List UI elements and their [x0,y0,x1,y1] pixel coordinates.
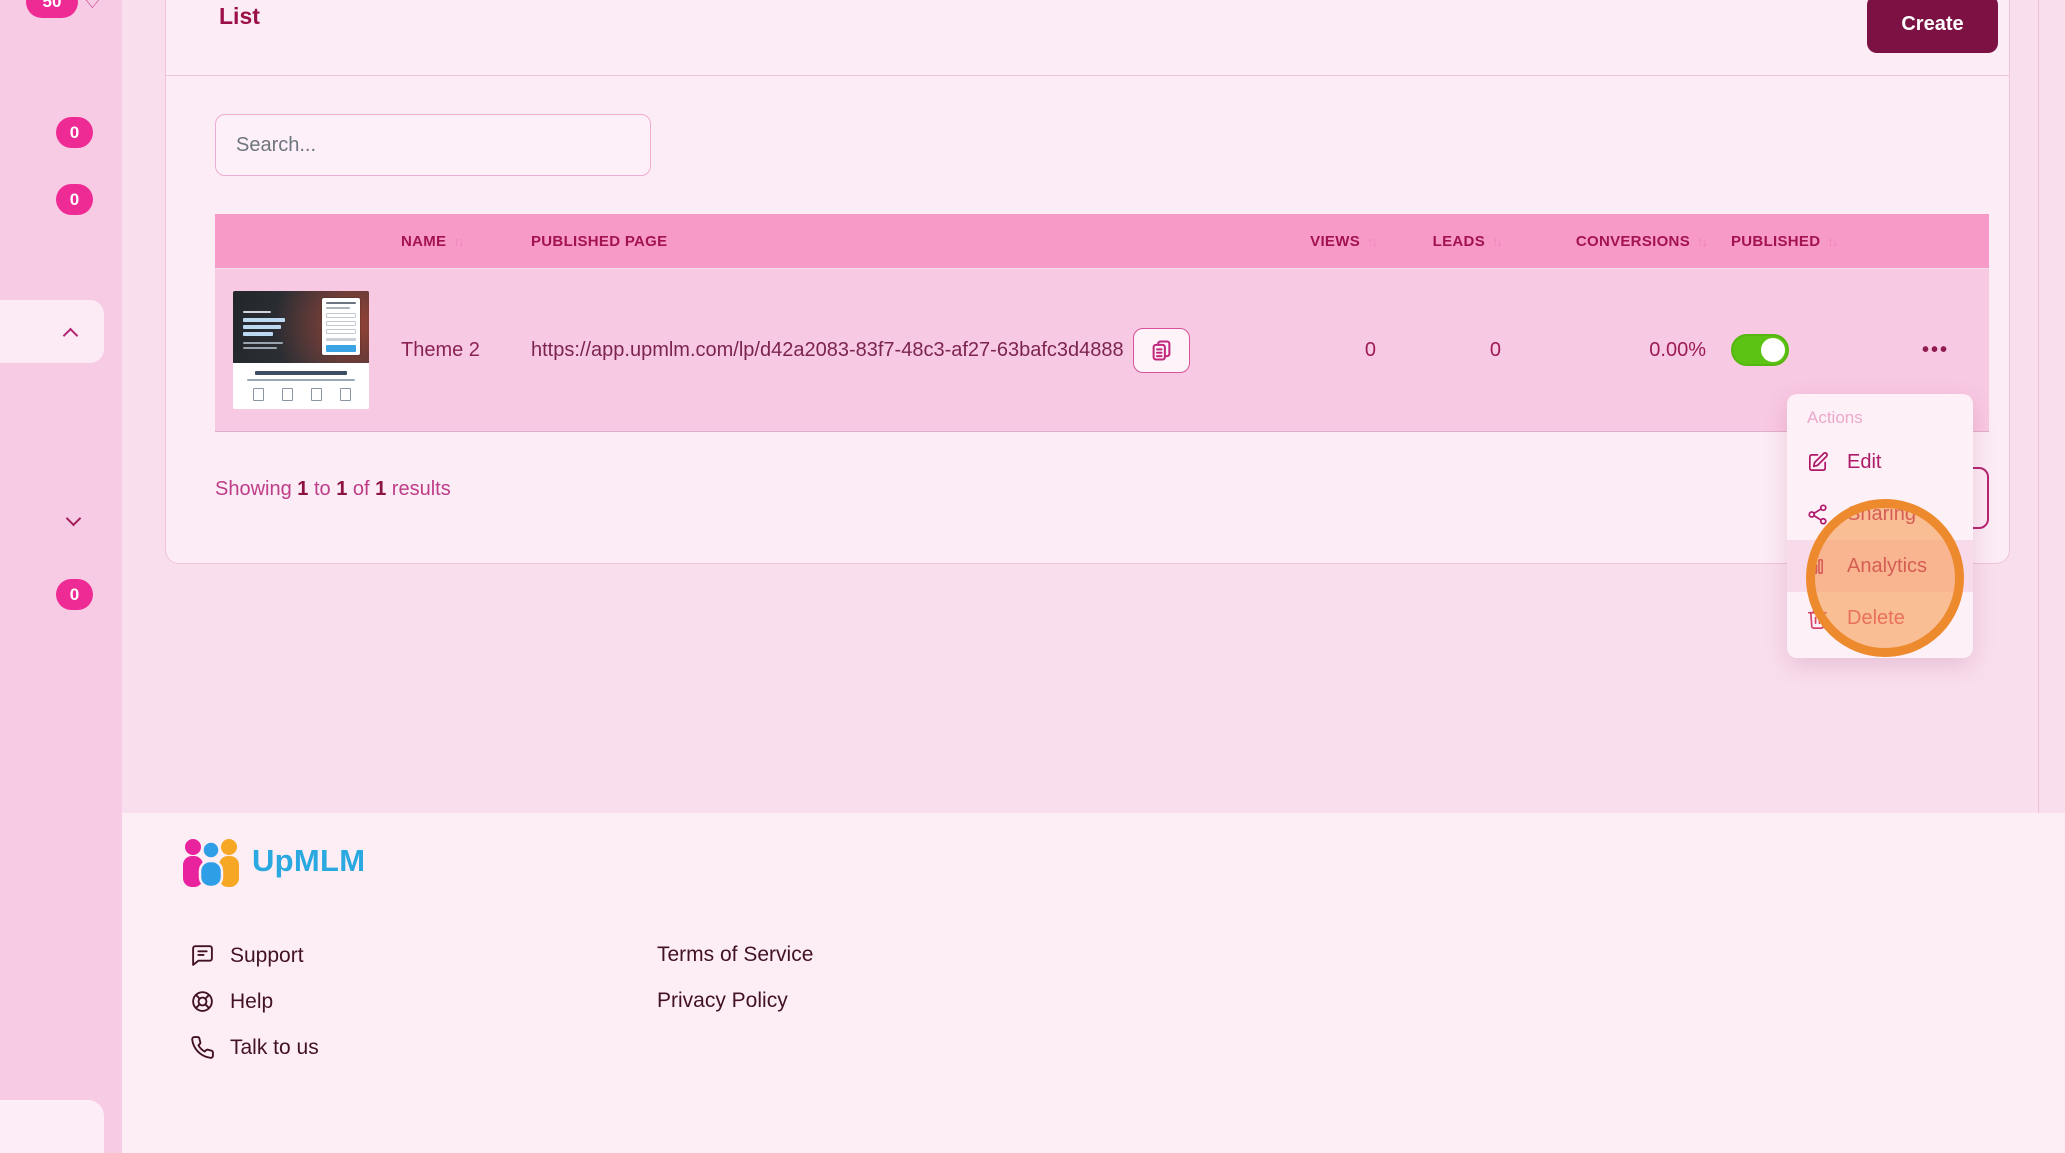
footer-link-talk-to-us[interactable]: Talk to us [190,1035,319,1060]
column-header-views[interactable]: VIEWS ↑↓ [1231,233,1386,250]
results-summary: Showing 1 to 1 of 1 results [215,478,451,501]
column-label: PUBLISHED [1731,233,1820,250]
table-header-row: NAME ↑↓ PUBLISHED PAGE VIEWS ↑↓ LEADS ↑↓… [215,214,1989,269]
footer: UpMLM Support Help Talk to us Terms of [122,813,2065,1153]
menu-item-edit[interactable]: Edit [1787,436,1973,488]
sort-icon: ↑↓ [1367,234,1376,249]
leads-value: 0 [1386,339,1511,362]
page-title: List [219,3,260,30]
published-page-cell: https://app.upmlm.com/lp/d42a2083-83f7-4… [531,328,1231,373]
column-header-leads[interactable]: LEADS ↑↓ [1386,233,1511,250]
sort-icon: ↑↓ [1697,234,1706,249]
app-root: 50 ♡ 0 0 0 List Create NAME ↑↓ PUBLI [0,0,2065,1153]
footer-link-label: Talk to us [230,1036,319,1060]
pages-table: NAME ↑↓ PUBLISHED PAGE VIEWS ↑↓ LEADS ↑↓… [215,214,1989,432]
footer-link-label: Privacy Policy [657,989,788,1013]
page-thumbnail [233,291,369,409]
brand-name: UpMLM [252,843,365,879]
content-divider [2038,0,2039,813]
summary-to: 1 [336,478,347,500]
footer-link-label: Help [230,990,273,1014]
summary-text: of [347,478,375,500]
phone-icon [190,1035,215,1060]
views-value: 0 [1231,339,1386,362]
summary-total: 1 [375,478,386,500]
footer-link-label: Support [230,944,304,968]
thumbnail-form [322,298,360,355]
footer-link-privacy[interactable]: Privacy Policy [657,989,788,1013]
summary-text: to [308,478,336,500]
column-label: VIEWS [1310,233,1360,250]
chat-bubble-icon [190,943,215,968]
create-button[interactable]: Create [1867,0,1998,53]
thumbnail-cell [215,291,391,409]
sidebar: 50 ♡ 0 0 0 [0,0,122,1153]
share-icon [1806,503,1829,526]
footer-link-help[interactable]: Help [190,989,273,1014]
published-page-url: https://app.upmlm.com/lp/d42a2083-83f7-4… [531,339,1124,362]
column-label: NAME [401,233,446,250]
heart-icon: ♡ [83,0,102,14]
actions-menu-label: Actions [1787,406,1973,436]
actions-cell: ••• [1876,338,1989,363]
summary-text: Showing [215,478,297,500]
thumbnail-body [233,363,369,409]
column-header-published[interactable]: PUBLISHED ↑↓ [1716,233,1876,250]
summary-text: results [386,478,450,500]
copy-url-button[interactable] [1133,328,1190,373]
sort-icon: ↑↓ [453,234,462,249]
conversions-value: 0.00% [1511,339,1716,362]
chevron-up-icon [63,328,79,344]
footer-link-support[interactable]: Support [190,943,304,968]
edit-icon [1806,451,1829,474]
menu-item-label: Edit [1847,451,1881,474]
list-card: List Create NAME ↑↓ PUBLISHED PAGE VIEWS… [165,0,2010,564]
summary-from: 1 [297,478,308,500]
column-label: PUBLISHED PAGE [531,233,667,250]
sidebar-counter-badge: 50 [26,0,78,18]
footer-link-label: Terms of Service [657,943,813,967]
sort-icon: ↑↓ [1827,234,1836,249]
table-row: Theme 2 https://app.upmlm.com/lp/d42a208… [215,269,1989,432]
column-header-name[interactable]: NAME ↑↓ [391,233,531,250]
thumbnail-hero [233,291,369,363]
footer-link-terms[interactable]: Terms of Service [657,943,813,967]
brand-logo: UpMLM [180,835,365,887]
click-indicator [1806,499,1964,657]
help-lifebuoy-icon [190,989,215,1014]
card-header: List Create [166,0,2009,76]
page-name: Theme 2 [391,339,531,362]
clipboard-icon [1148,337,1175,364]
search-input[interactable] [215,114,651,176]
sidebar-bottom-item[interactable] [0,1100,104,1153]
column-label: LEADS [1433,233,1485,250]
toggle-knob [1761,338,1785,362]
published-cell [1716,334,1876,366]
sidebar-badge-3: 0 [56,579,93,610]
column-label: CONVERSIONS [1576,233,1690,250]
sort-icon: ↑↓ [1492,234,1501,249]
column-header-conversions[interactable]: CONVERSIONS ↑↓ [1511,233,1716,250]
sidebar-item-expanded[interactable] [0,300,104,363]
published-toggle[interactable] [1731,334,1789,366]
sidebar-badge-1: 0 [56,117,93,148]
people-logo-icon [180,835,242,887]
column-header-published-page[interactable]: PUBLISHED PAGE [531,233,1231,250]
row-actions-button[interactable]: ••• [1916,338,1955,363]
sidebar-badge-2: 0 [56,184,93,215]
chevron-down-icon[interactable] [66,511,82,527]
